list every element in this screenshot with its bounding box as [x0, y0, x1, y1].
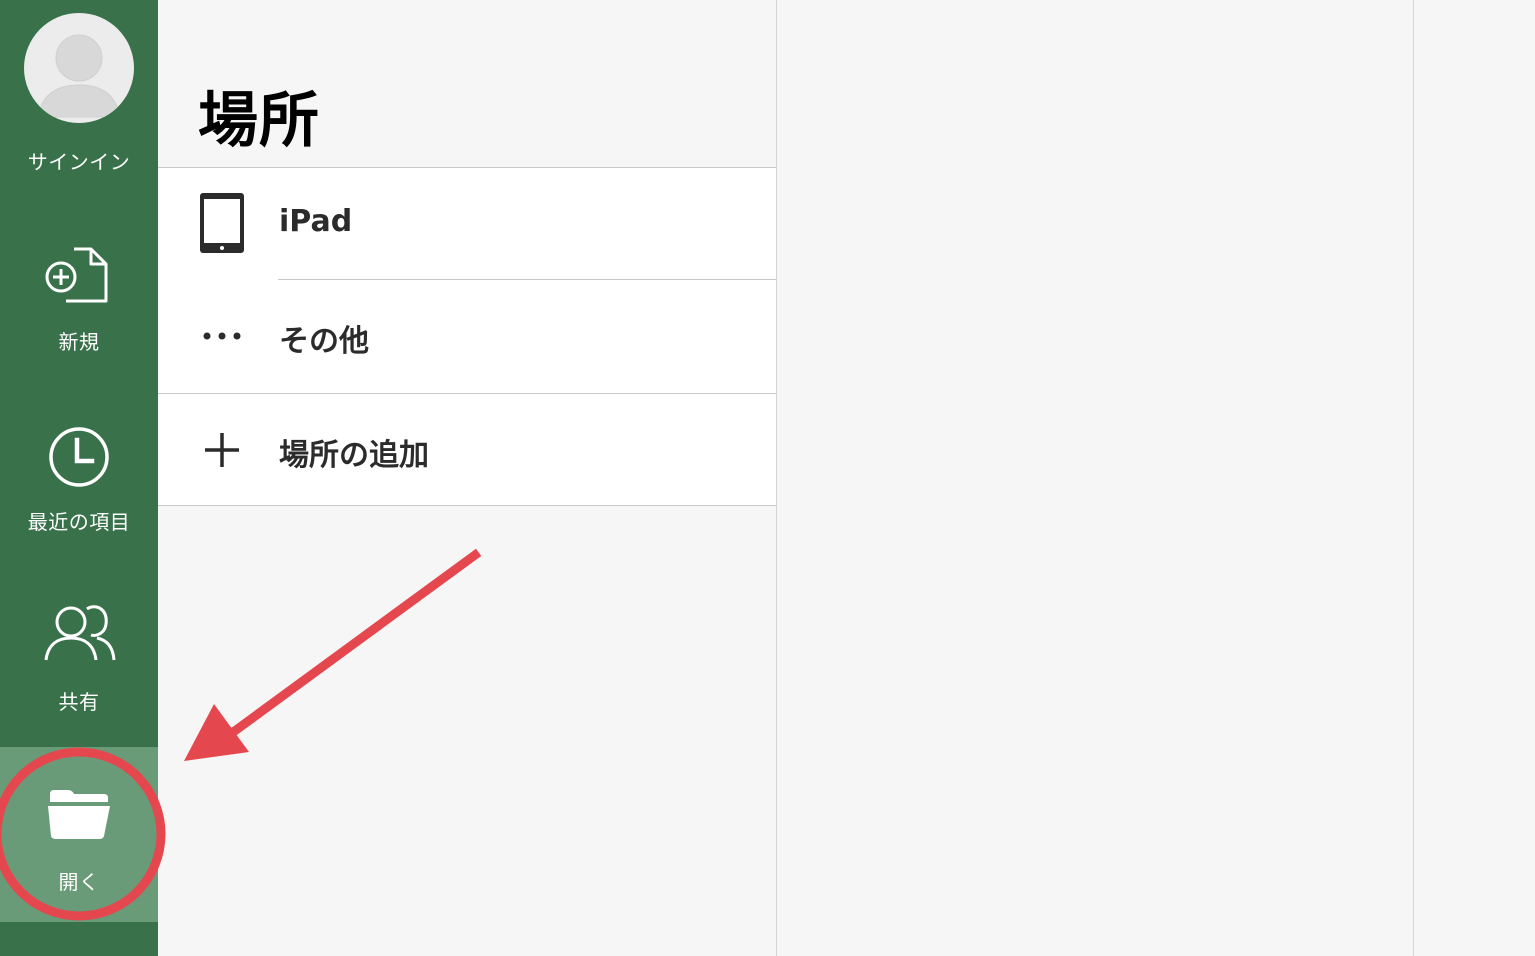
nav-shared[interactable]: 共有 [0, 590, 158, 730]
location-ipad[interactable]: iPad [158, 168, 776, 280]
nav-open[interactable]: 開く [0, 770, 158, 910]
detail-area [777, 0, 1414, 956]
signin-label: サインイン [27, 150, 131, 174]
add-location-button[interactable]: 場所の追加 [158, 394, 776, 505]
location-ipad-label: iPad [279, 204, 353, 239]
locations-panel: 場所 iPad その他 場所の追加 [158, 0, 777, 956]
nav-recent[interactable]: 最近の項目 [0, 410, 158, 550]
sidebar: サインイン 新規 最近の項目 共有 開く [0, 0, 158, 956]
nav-recent-label: 最近の項目 [27, 510, 131, 534]
folder-open-icon [48, 790, 110, 839]
divider [158, 505, 776, 506]
avatar-icon [24, 13, 134, 123]
page-title: 場所 [198, 86, 320, 156]
nav-new[interactable]: 新規 [0, 230, 158, 370]
plus-icon [205, 433, 239, 467]
ipad-icon [200, 193, 244, 253]
right-margin [1414, 0, 1535, 956]
location-other[interactable]: その他 [158, 280, 776, 392]
signin-button[interactable]: サインイン [0, 0, 158, 190]
nav-new-label: 新規 [58, 330, 100, 354]
location-other-label: その他 [279, 324, 369, 359]
people-icon [44, 605, 116, 661]
more-icon [203, 332, 241, 340]
add-location-group: 場所の追加 [158, 394, 776, 505]
clock-icon [49, 427, 109, 487]
nav-open-label: 開く [58, 870, 100, 894]
new-document-icon [45, 247, 108, 303]
nav-shared-label: 共有 [58, 690, 100, 714]
locations-list: iPad その他 [158, 168, 776, 393]
add-location-label: 場所の追加 [279, 438, 429, 473]
